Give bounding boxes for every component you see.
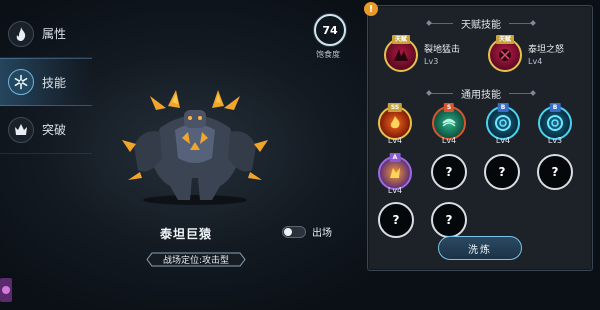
tier-badge: B xyxy=(549,103,561,112)
sidebar-item-label: 技能 xyxy=(42,75,67,90)
divider xyxy=(509,93,535,94)
wind-slash-icon: S xyxy=(432,103,466,140)
general-skill-5[interactable]: A Lv4 xyxy=(378,153,412,202)
talent-level: Lv3 xyxy=(424,57,439,66)
flame-burst-icon: SS xyxy=(378,103,412,140)
snowflake-icon xyxy=(8,69,34,95)
switch-knob xyxy=(284,227,292,236)
talent-badge: 天赋 xyxy=(495,35,515,44)
general-skill-1[interactable]: SS Lv4 xyxy=(378,103,412,152)
fire-icon xyxy=(8,20,34,47)
deploy-toggle[interactable]: 出场 xyxy=(282,224,332,239)
general-title: 通用技能 xyxy=(461,90,501,101)
talent-section-title: 天赋技能 xyxy=(368,16,594,31)
talent-name: 裂地猛击 xyxy=(424,45,461,55)
role-text: 战场定位:攻击型 xyxy=(162,256,230,266)
skill-level: Lv4 xyxy=(387,186,403,195)
locked-skill-slot[interactable]: ? xyxy=(537,154,573,190)
divider xyxy=(509,23,535,24)
divider xyxy=(427,23,453,24)
locked-skill-slot[interactable]: ? xyxy=(431,154,467,190)
talent-title: 天赋技能 xyxy=(461,20,501,31)
talent-slot-2[interactable]: 天赋 泰坦之怒 Lv4 xyxy=(488,35,565,72)
refine-button[interactable]: 洗炼 xyxy=(438,236,522,260)
tier-badge: A xyxy=(389,153,401,162)
info-icon[interactable]: ! xyxy=(364,2,378,16)
tier-badge: S xyxy=(443,103,455,112)
role-tag: 战场定位:攻击型 xyxy=(146,252,246,267)
general-skill-3[interactable]: B Lv4 xyxy=(486,103,520,152)
titan-rage-icon: 天赋 xyxy=(488,35,522,72)
sidebar-item-attributes[interactable]: 属性 xyxy=(0,10,92,58)
general-skill-2[interactable]: S Lv4 xyxy=(432,103,466,152)
fire-fist-icon: A xyxy=(378,153,412,190)
sidebar: 属性 技能 突破 xyxy=(0,10,92,154)
satiety-label: 饱食度 xyxy=(316,50,340,59)
locked-skill-slot[interactable]: ? xyxy=(484,154,520,190)
skills-panel: ! 天赋技能 天赋 裂地猛击 Lv3 天赋 泰坦之怒 Lv4 通用技能 SS L… xyxy=(364,2,594,271)
deploy-switch[interactable] xyxy=(282,225,306,238)
general-section-title: 通用技能 xyxy=(368,86,594,101)
locked-skill-slot[interactable]: ? xyxy=(431,202,467,238)
ground-slam-icon: 天赋 xyxy=(384,35,418,72)
vortex-icon: B xyxy=(486,103,520,140)
general-skill-4[interactable]: B Lv3 xyxy=(538,103,572,152)
crown-icon xyxy=(8,116,34,143)
deploy-label: 出场 xyxy=(312,228,332,239)
sidebar-item-breakthrough[interactable]: 突破 xyxy=(0,106,92,154)
sidebar-item-label: 属性 xyxy=(42,27,67,41)
divider xyxy=(427,93,453,94)
locked-skill-slot[interactable]: ? xyxy=(378,202,414,238)
talent-level: Lv4 xyxy=(528,57,543,66)
talent-name: 泰坦之怒 xyxy=(528,45,565,55)
titan-ape-figure xyxy=(122,90,268,205)
sidebar-item-skills[interactable]: 技能 xyxy=(0,58,92,106)
sidebar-item-label: 突破 xyxy=(42,123,67,137)
talent-badge: 天赋 xyxy=(391,35,411,44)
corner-decoration-icon xyxy=(0,278,12,302)
satiety-value: 74 xyxy=(314,14,346,46)
talent-slot-1[interactable]: 天赋 裂地猛击 Lv3 xyxy=(384,35,461,72)
vortex-icon: B xyxy=(538,103,572,140)
skill-level: Lv3 xyxy=(547,136,563,145)
hero-name: 泰坦巨猿 xyxy=(160,227,213,241)
skill-level: Lv4 xyxy=(441,136,457,145)
tier-badge: B xyxy=(497,103,509,112)
satiety-gauge: 74 饱食度 xyxy=(312,14,348,60)
tier-badge: SS xyxy=(387,103,403,112)
skill-level: Lv4 xyxy=(495,136,511,145)
skill-level: Lv4 xyxy=(387,136,403,145)
